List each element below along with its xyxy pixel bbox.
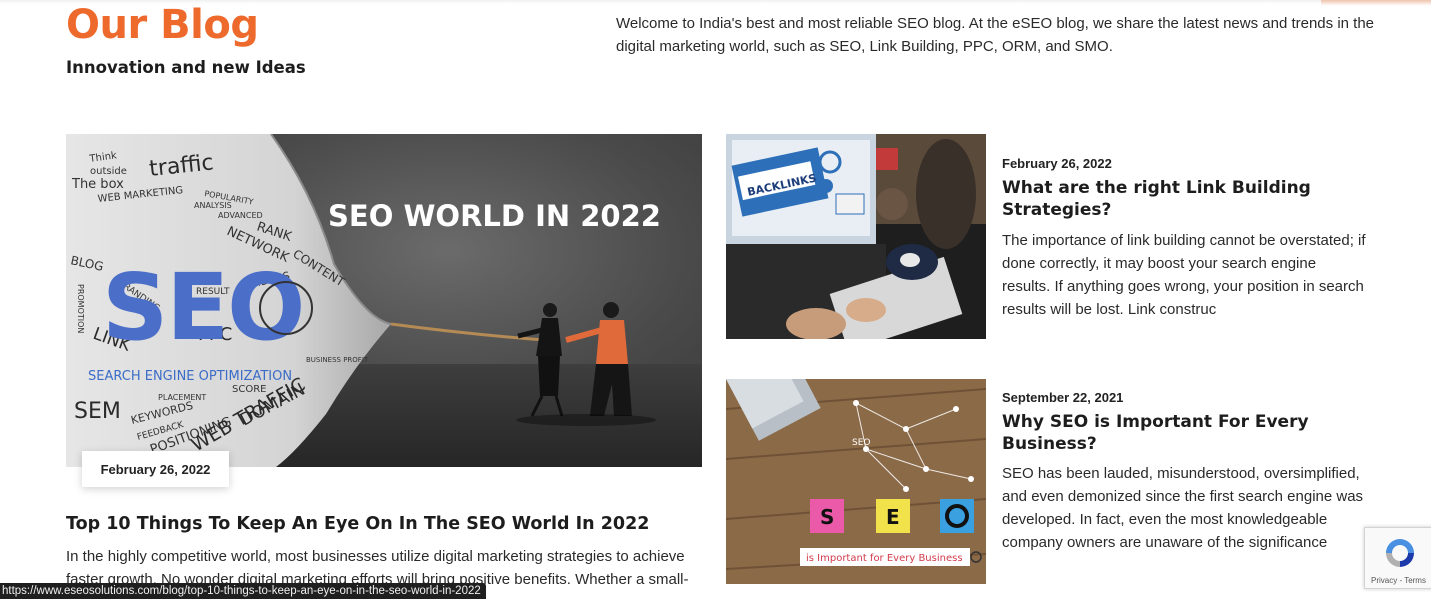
sticky-letter: E xyxy=(886,505,900,529)
post-date: September 22, 2021 xyxy=(1002,390,1124,405)
sticky-letter: S xyxy=(820,505,834,529)
recaptcha-icon xyxy=(1386,539,1414,567)
page-subtitle: Innovation and new Ideas xyxy=(66,58,306,77)
page-title: Our Blog xyxy=(66,2,259,48)
featured-image-caption: SEO WORLD IN 2022 xyxy=(328,199,661,233)
fabric-word: The box xyxy=(71,177,124,192)
fabric-word: BUSINESS PROFIT xyxy=(306,356,369,364)
post-date: February 26, 2022 xyxy=(1002,156,1112,171)
featured-post-title[interactable]: Top 10 Things To Keep An Eye On In The S… xyxy=(66,514,649,534)
post-image-why-seo[interactable]: SEO S E is Important for Every Business xyxy=(726,379,986,584)
fabric-word: outside xyxy=(90,166,127,177)
featured-post-image[interactable]: Think outside The box traffic WEB MARKET… xyxy=(66,134,702,467)
post-title[interactable]: Why SEO is Important For Every Business? xyxy=(1002,412,1352,455)
seo-big-letters: SEO xyxy=(102,254,303,361)
seo-small-label: SEO xyxy=(852,438,870,448)
featured-post-date: February 26, 2022 xyxy=(82,451,229,487)
blog-intro: Welcome to India's best and most reliabl… xyxy=(616,15,1375,55)
fabric-word: SCORE xyxy=(232,384,266,395)
link-building-illustration: BACKLINKS xyxy=(726,134,986,339)
fabric-word: SEM xyxy=(74,399,121,424)
recaptcha-links[interactable]: Privacy - Terms xyxy=(1371,576,1426,585)
post-image-link-building[interactable]: BACKLINKS xyxy=(726,134,986,339)
fabric-word: ANALYSIS xyxy=(194,201,232,210)
fabric-word: SEARCH ENGINE OPTIMIZATION xyxy=(88,369,292,384)
recaptcha-badge[interactable]: Privacy - Terms xyxy=(1364,527,1431,589)
header-shadow-accent xyxy=(1321,0,1431,6)
fabric-word: ADVANCED xyxy=(218,211,263,220)
post-excerpt: The importance of link building cannot b… xyxy=(1002,232,1366,318)
why-seo-banner: is Important for Every Business xyxy=(806,553,963,564)
at-sign-icon xyxy=(819,179,833,193)
status-bar-url: https://www.eseosolutions.com/blog/top-1… xyxy=(0,583,486,599)
post-title[interactable]: What are the right Link Building Strateg… xyxy=(1002,178,1352,221)
fabric-word: PROMOTION xyxy=(76,284,85,333)
featured-illustration: Think outside The box traffic WEB MARKET… xyxy=(66,134,702,467)
post-excerpt: SEO has been lauded, misunderstood, over… xyxy=(1002,465,1364,551)
why-seo-illustration: SEO S E is Important for Every Business xyxy=(726,379,986,584)
